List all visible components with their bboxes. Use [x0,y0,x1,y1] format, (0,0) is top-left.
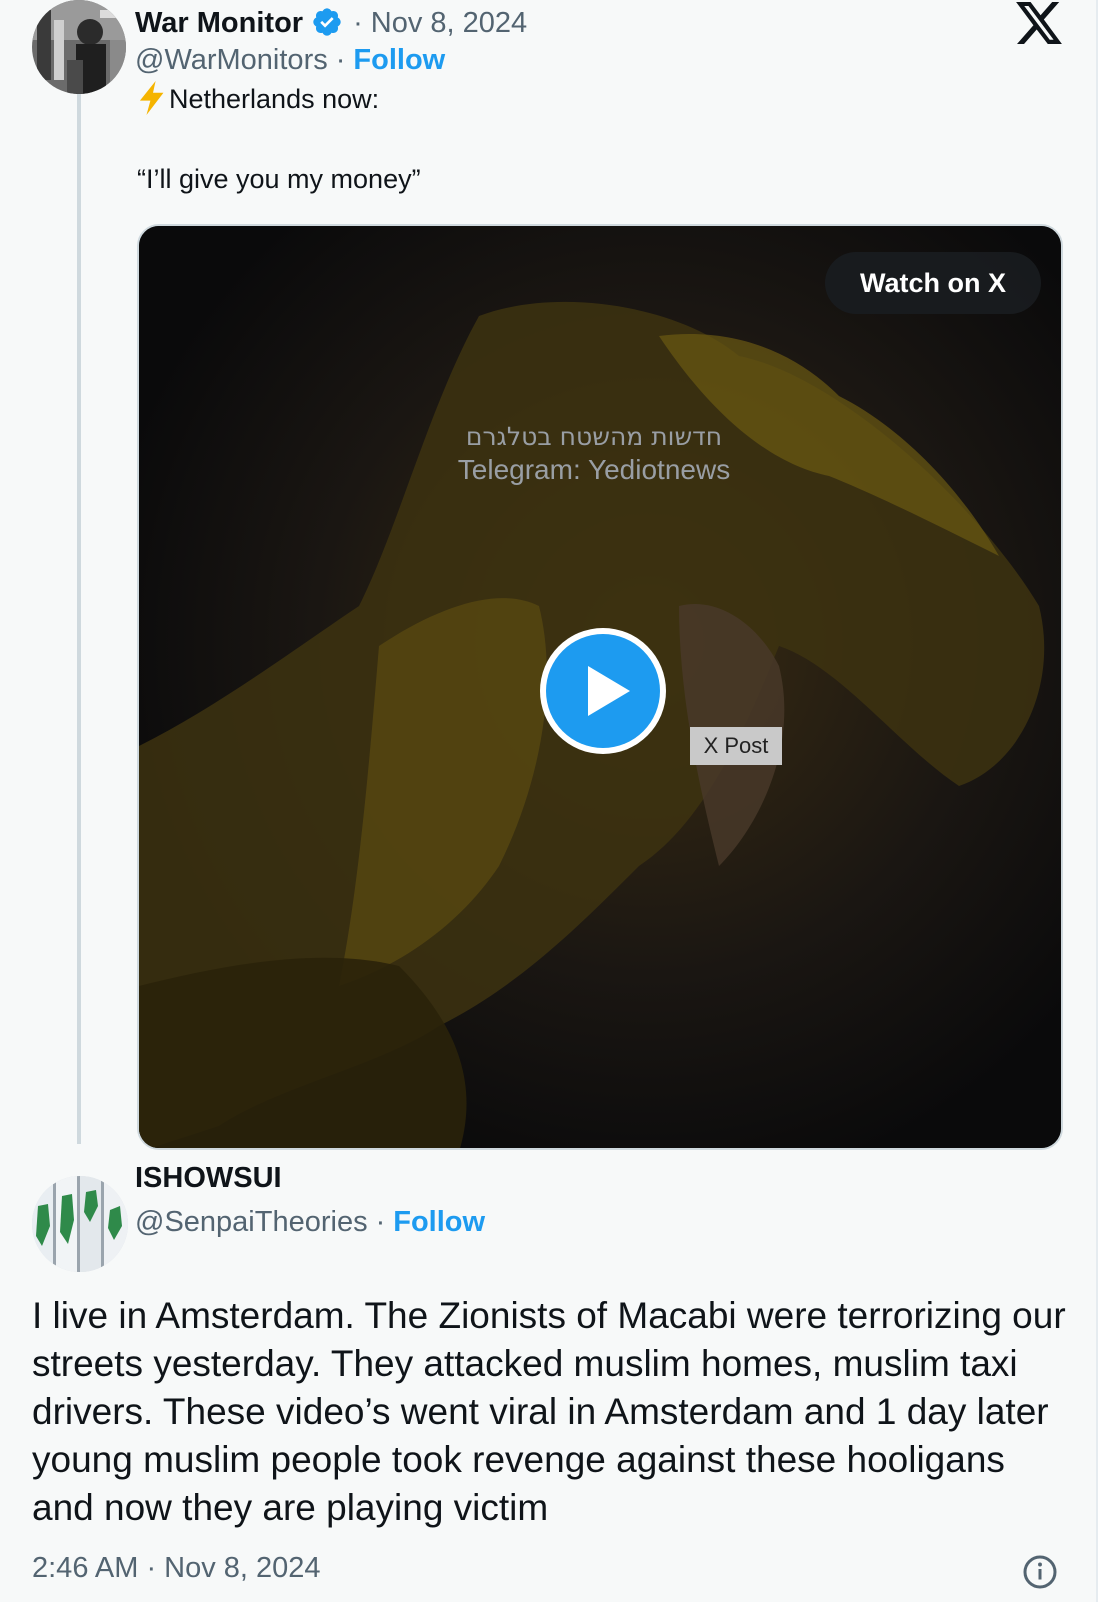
reply-display-name[interactable]: ISHOWSUI [135,1162,282,1195]
reply-separator-dot: · [375,1206,386,1238]
reply-handle[interactable]: @SenpaiTheories [135,1206,368,1239]
tweet-header: War Monitor · Nov 8, 2024 [135,0,527,40]
x-logo-icon[interactable] [1016,2,1062,44]
tweet-text-headline: Netherlands now: [169,84,380,115]
war-monitor-avatar[interactable] [32,0,126,94]
tweet-date[interactable]: · Nov 8, 2024 [353,7,527,40]
reply-follow-button[interactable]: Follow [393,1206,485,1239]
follow-button[interactable]: Follow [353,44,445,77]
tweet-text-quote: “I’ll give you my money” [137,164,421,194]
reply-header: ISHOWSUI [135,1162,282,1195]
video-player[interactable]: Watch on X חדשות מהשטח בטלגרם Telegram: … [137,224,1063,1150]
info-icon[interactable] [1022,1554,1058,1590]
reply-handle-row: @SenpaiTheories · Follow [135,1206,485,1239]
reply-timestamp[interactable]: 2:46 AM · Nov 8, 2024 [32,1552,321,1585]
verified-badge-icon [313,8,341,36]
ishowsui-avatar[interactable] [32,1176,128,1272]
play-icon[interactable] [536,624,670,758]
watch-on-x-button[interactable]: Watch on X [825,252,1041,314]
lightning-icon [139,81,164,115]
video-watermark-hebrew: חדשות מהשטח בטלגרם [465,422,723,451]
handle[interactable]: @WarMonitors [135,44,328,77]
separator-dot: · [335,44,346,76]
video-watermark-telegram: Telegram: Yediotnews [457,454,731,485]
tweet-text-line-1: Netherlands now: [137,81,380,118]
reply-text: I live in Amsterdam. The Zionists of Mac… [32,1295,1066,1528]
embed-frame: War Monitor · Nov 8, 2024 @WarMonitors ·… [0,0,1098,1602]
tweet-handle-row: @WarMonitors · Follow [135,44,445,77]
display-name[interactable]: War Monitor [135,7,303,40]
x-post-tag: X Post [690,727,782,765]
thread-connector-line [77,92,81,1144]
